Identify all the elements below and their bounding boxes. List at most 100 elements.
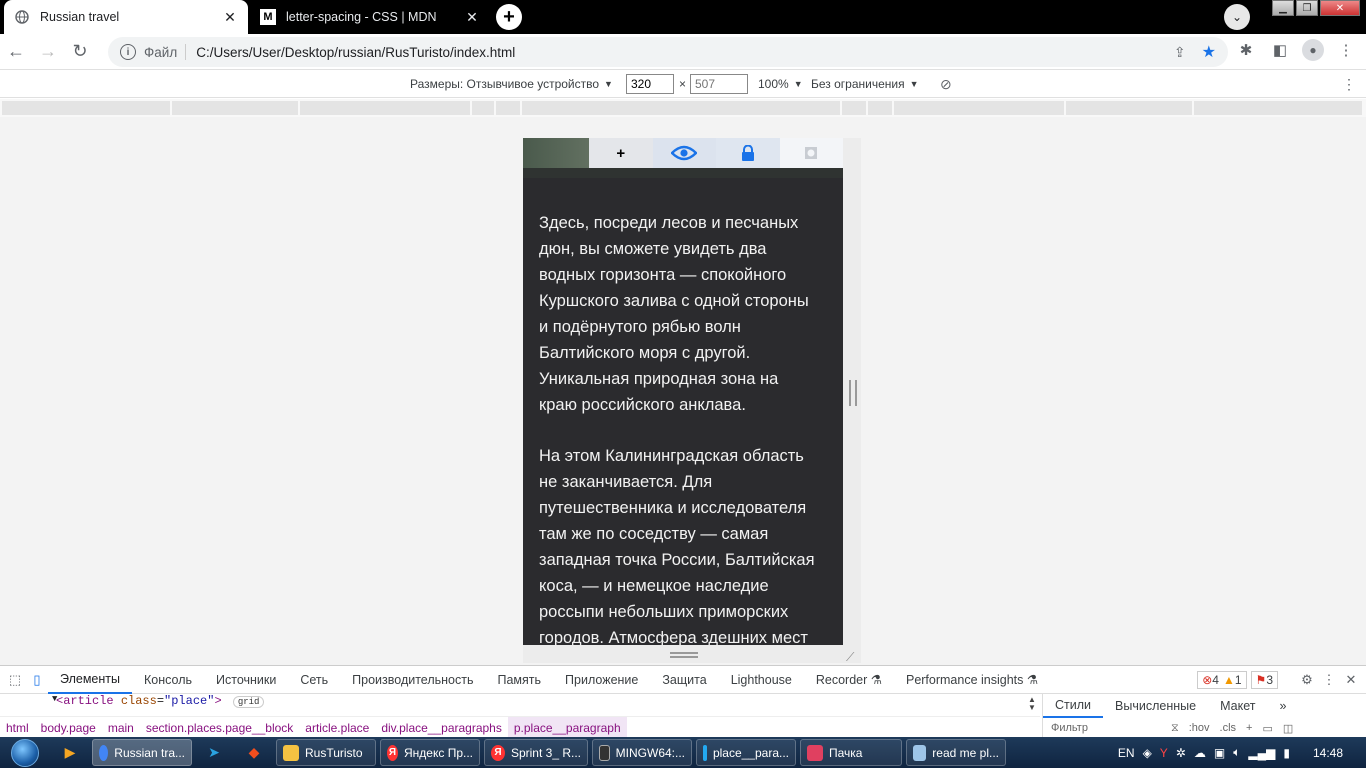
devtools-menu-icon[interactable]: ⋮ xyxy=(1318,669,1340,691)
media-query-segment[interactable] xyxy=(2,101,172,115)
grid-badge[interactable]: grid xyxy=(232,696,265,708)
taskbar-item-yandex[interactable]: Я Яндекс Пр... xyxy=(380,739,480,766)
crumb-main[interactable]: main xyxy=(102,717,140,739)
plus-icon[interactable]: + xyxy=(589,138,653,168)
tab-elements[interactable]: Элементы xyxy=(48,666,132,694)
reload-button[interactable]: ↻ xyxy=(64,36,96,68)
taskbar-item-terminal[interactable]: MINGW64:... xyxy=(592,739,692,766)
width-input[interactable] xyxy=(626,74,674,94)
taskbar-item-chrome[interactable]: Russian tra... xyxy=(92,739,192,766)
eye-icon[interactable] xyxy=(652,138,716,168)
tab-network[interactable]: Сеть xyxy=(288,666,340,694)
bookmark-star-icon[interactable]: ★ xyxy=(1202,42,1216,62)
media-query-segment[interactable] xyxy=(1066,101,1194,115)
throttle-select[interactable]: Без ограничения ▼ xyxy=(811,74,919,94)
minimize-button[interactable]: ▁ xyxy=(1272,0,1294,16)
media-query-segment[interactable] xyxy=(894,101,1066,115)
extensions-icon[interactable]: ✱ xyxy=(1234,38,1258,62)
tab-memory[interactable]: Память xyxy=(486,666,554,694)
media-query-segment[interactable] xyxy=(472,101,496,115)
dropbox-icon[interactable]: ◈ xyxy=(1143,746,1152,760)
battery-icon[interactable]: ▮ xyxy=(1283,746,1290,760)
maximize-button[interactable]: ❐ xyxy=(1296,0,1318,16)
url-text[interactable]: C:/Users/User/Desktop/russian/RusTuristo… xyxy=(196,45,1174,60)
figma-icon[interactable]: ◆ xyxy=(234,737,274,768)
filter-input[interactable]: Фильтр xyxy=(1051,722,1161,734)
media-query-segment[interactable] xyxy=(496,101,522,115)
tray-app-icon[interactable]: ▣ xyxy=(1214,746,1225,760)
tab-performance[interactable]: Производительность xyxy=(340,666,485,694)
close-window-button[interactable]: ✕ xyxy=(1320,0,1360,16)
tab-sources[interactable]: Источники xyxy=(204,666,288,694)
dom-tree-line[interactable]: ▼ <article class="place"> grid xyxy=(0,694,1040,712)
taskbar-item-notepad[interactable]: read me pl... xyxy=(906,739,1006,766)
tab-mdn[interactable]: M letter-spacing - CSS | MDN ✕ xyxy=(250,0,490,34)
side-panel-icon[interactable]: ◧ xyxy=(1268,38,1292,62)
tab-lighthouse[interactable]: Lighthouse xyxy=(719,666,804,694)
zoom-select[interactable]: 100% ▼ xyxy=(758,74,803,94)
resize-corner-icon[interactable]: ⟋ xyxy=(846,650,854,665)
taskbar-item-folder[interactable]: RusTuristo xyxy=(276,739,376,766)
hov-toggle[interactable]: :hov xyxy=(1189,722,1210,734)
forward-button[interactable]: → xyxy=(32,36,64,68)
resize-handle-bottom[interactable] xyxy=(670,652,698,658)
menu-icon[interactable]: ⋮ xyxy=(1334,38,1358,62)
tab-application[interactable]: Приложение xyxy=(553,666,650,694)
address-bar[interactable]: i Файл C:/Users/User/Desktop/russian/Rus… xyxy=(108,37,1228,67)
dimensions-select[interactable]: Размеры: Отзывчивое устройство ▼ xyxy=(410,74,613,94)
media-player-icon[interactable]: ▶ xyxy=(50,737,90,768)
tab-russian-travel[interactable]: Russian travel ✕ xyxy=(4,0,248,34)
media-query-segment[interactable] xyxy=(172,101,300,115)
language-indicator[interactable]: EN xyxy=(1118,746,1135,760)
tab-console[interactable]: Консоль xyxy=(132,666,204,694)
lock-icon[interactable] xyxy=(716,138,780,168)
clock[interactable]: 14:48 xyxy=(1298,746,1358,760)
slack-icon[interactable]: ✲ xyxy=(1176,746,1186,760)
crumb-body[interactable]: body.page xyxy=(35,717,102,739)
network-signal-icon[interactable]: ▂▄▆ xyxy=(1248,746,1275,760)
media-query-segment[interactable] xyxy=(300,101,472,115)
taskbar-item-pachka[interactable]: Пачка xyxy=(800,739,902,766)
more-tabs-icon[interactable]: » xyxy=(1267,694,1298,718)
contrast-icon[interactable] xyxy=(779,138,843,168)
height-input[interactable] xyxy=(690,74,748,94)
share-icon[interactable]: ⇪ xyxy=(1174,44,1186,61)
crumb-section[interactable]: section.places.page__block xyxy=(140,717,299,739)
tab-recorder[interactable]: Recorder ⚗ xyxy=(804,666,894,694)
cls-toggle[interactable]: .cls xyxy=(1220,722,1237,734)
tab-performance-insights[interactable]: Performance insights ⚗ xyxy=(894,666,1050,694)
computed-styles-icon[interactable]: ▭ xyxy=(1262,722,1272,735)
error-warning-badge[interactable]: ⊗ 4 ▲ 1 xyxy=(1197,670,1247,689)
tab-close-icon[interactable]: ✕ xyxy=(222,9,238,26)
inspect-element-icon[interactable]: ⬚ xyxy=(4,669,26,691)
telegram-icon[interactable]: ➤ xyxy=(194,737,234,768)
yandex-tray-icon[interactable]: Y xyxy=(1160,746,1168,760)
new-tab-button[interactable]: + xyxy=(496,4,522,30)
media-query-segment[interactable] xyxy=(868,101,894,115)
tab-computed[interactable]: Вычисленные xyxy=(1103,694,1208,718)
crumb-p[interactable]: p.place__paragraph xyxy=(507,716,627,739)
rotate-icon[interactable]: ⊘ xyxy=(940,74,952,94)
start-button[interactable] xyxy=(0,737,50,768)
more-options-icon[interactable]: ⋮ xyxy=(1342,74,1356,94)
media-query-segment[interactable] xyxy=(1194,101,1364,115)
add-rule-icon[interactable]: + xyxy=(1246,722,1252,734)
media-query-segment[interactable] xyxy=(842,101,868,115)
tab-close-icon[interactable]: ✕ xyxy=(464,9,480,26)
sidebar-toggle-icon[interactable]: ◫ xyxy=(1283,722,1293,735)
tab-search-button[interactable]: ⌄ xyxy=(1224,4,1250,30)
crumb-html[interactable]: html xyxy=(0,717,35,739)
taskbar-item-yandex-sprint[interactable]: Я Sprint 3_ R... xyxy=(484,739,588,766)
cloud-icon[interactable]: ☁ xyxy=(1194,746,1206,760)
tab-layout[interactable]: Макет xyxy=(1208,694,1267,718)
taskbar-item-vscode[interactable]: place__para... xyxy=(696,739,796,766)
settings-gear-icon[interactable]: ⚙ xyxy=(1296,669,1318,691)
close-devtools-icon[interactable]: ✕ xyxy=(1340,669,1362,691)
resize-handle-right[interactable] xyxy=(849,380,857,406)
crumb-div[interactable]: div.place__paragraphs xyxy=(375,717,508,739)
info-icon[interactable]: i xyxy=(120,44,136,60)
back-button[interactable]: ← xyxy=(0,36,32,68)
issues-badge[interactable]: ⚑ 3 xyxy=(1250,670,1278,689)
expand-arrow-icon[interactable]: ▼ xyxy=(52,694,57,704)
device-toggle-icon[interactable]: ▯ xyxy=(26,669,48,691)
